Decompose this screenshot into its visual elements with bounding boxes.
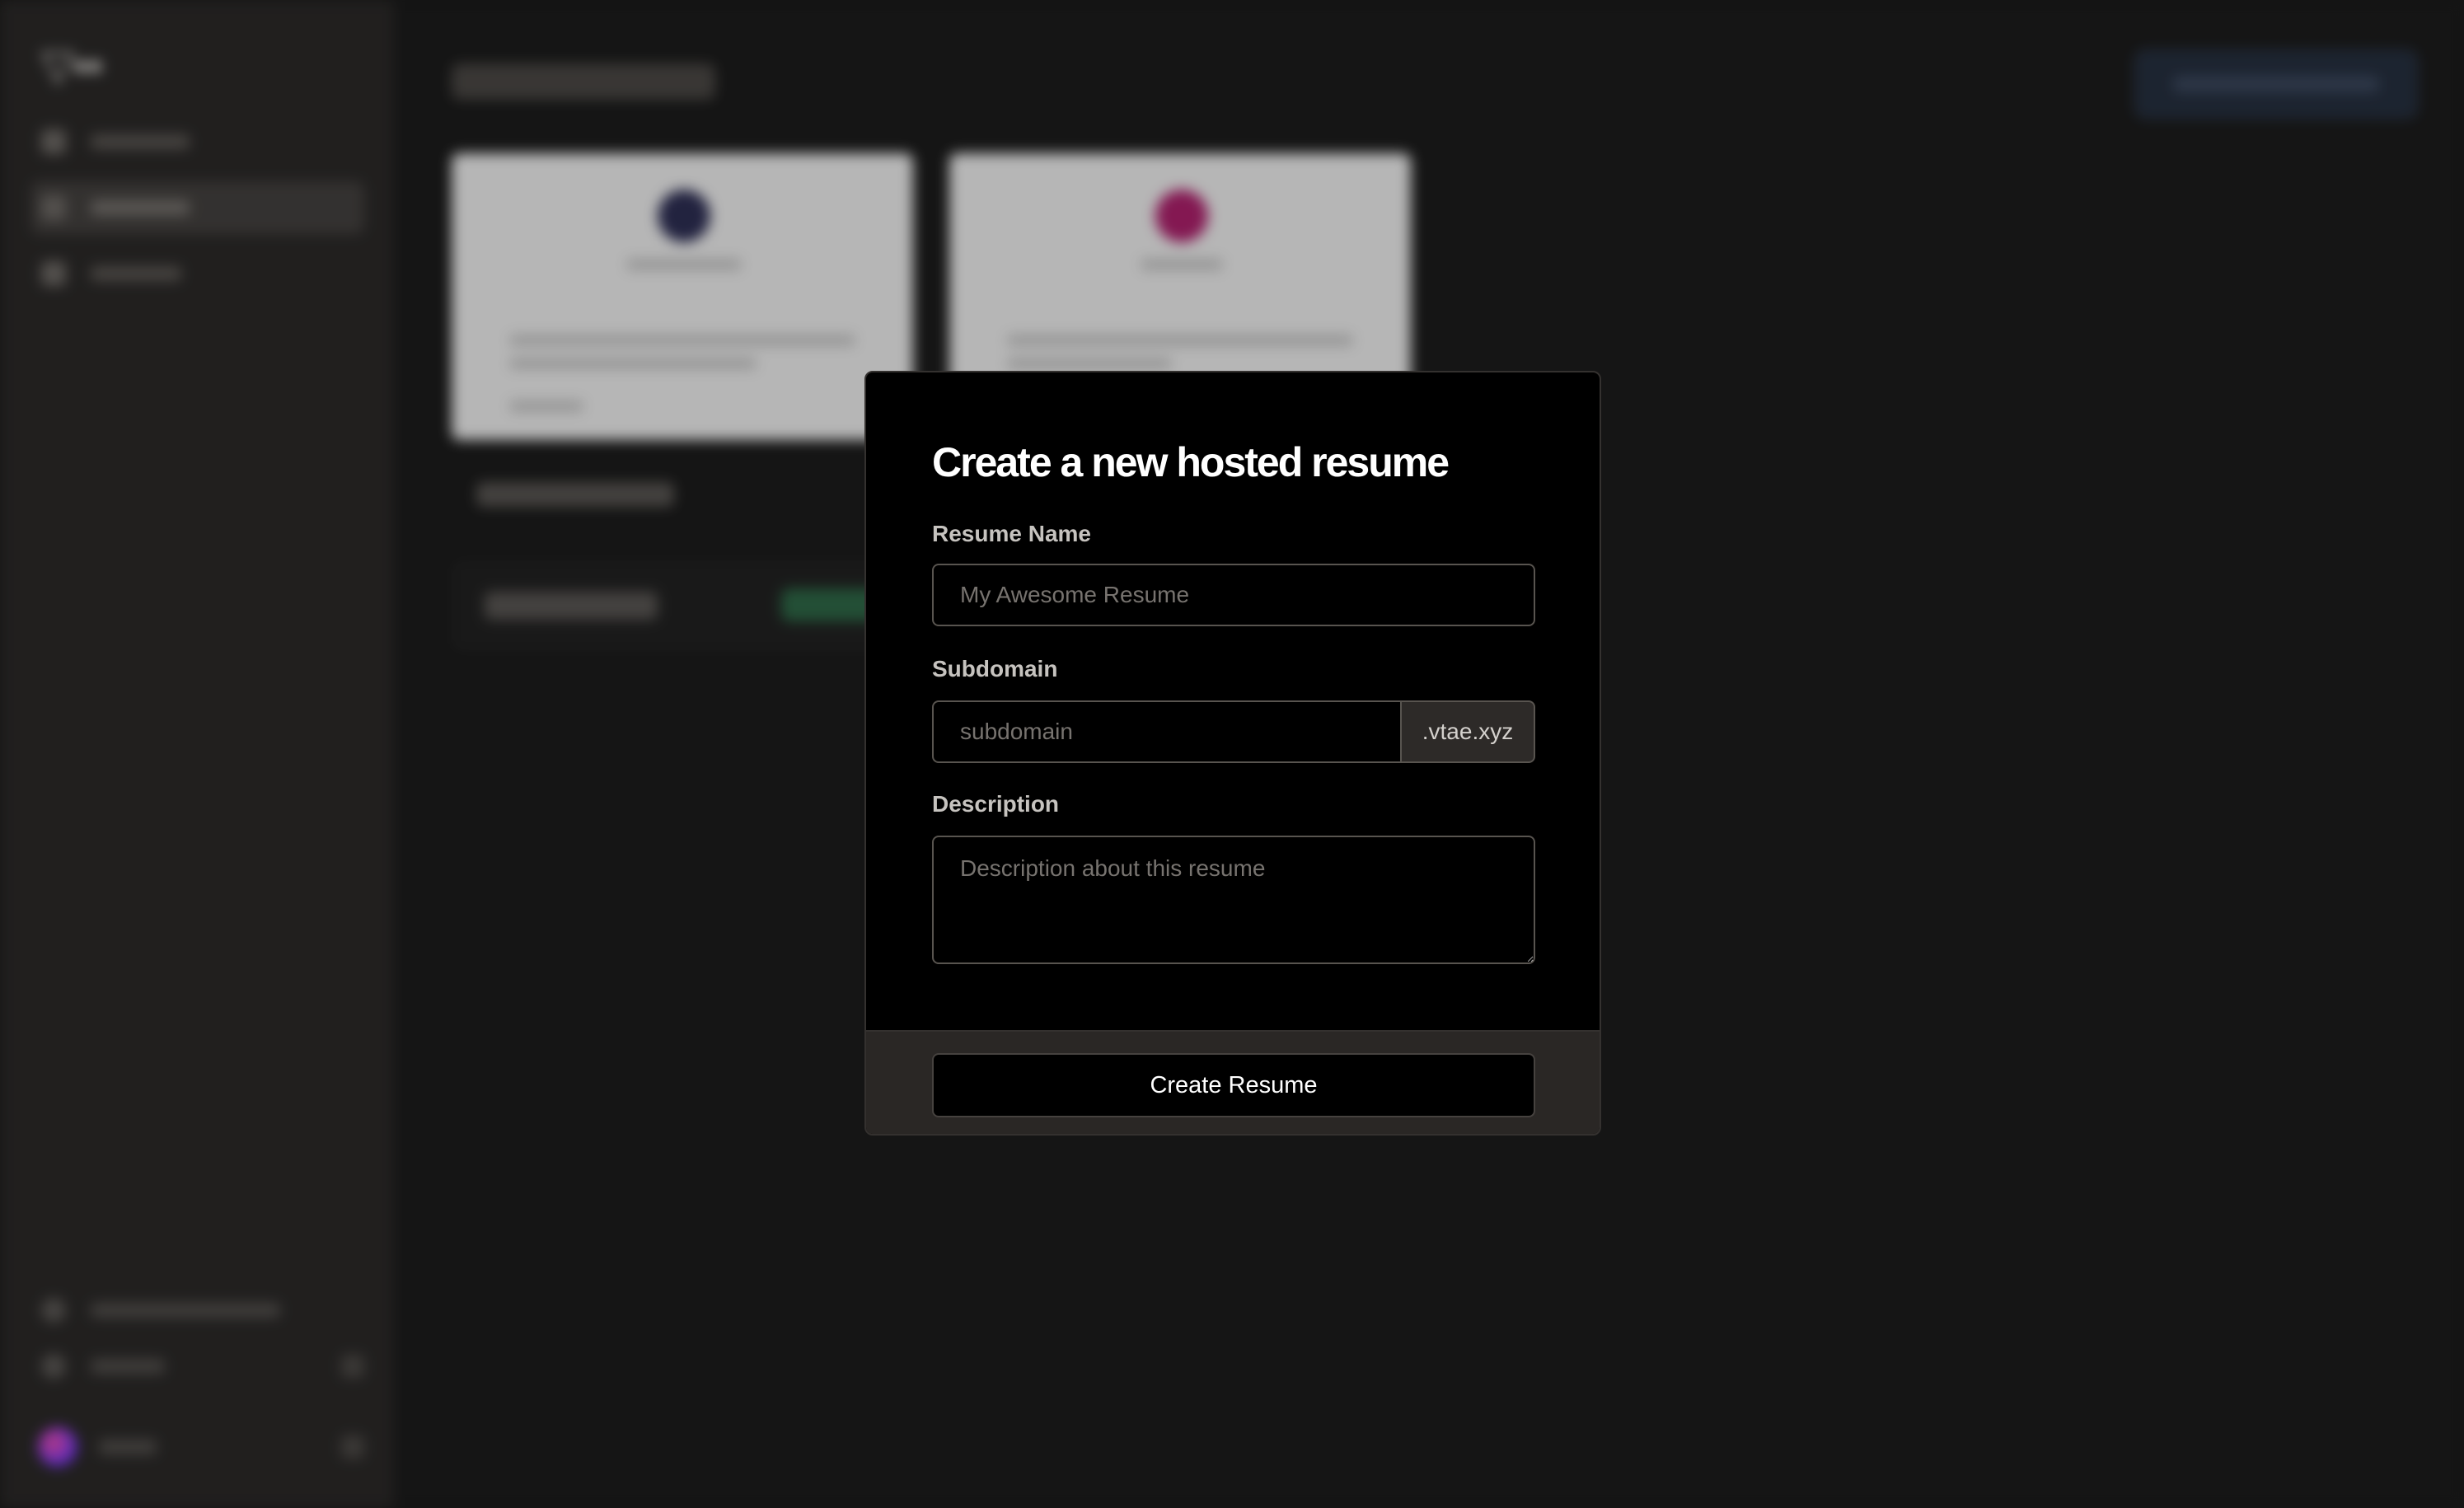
subdomain-label: Subdomain: [932, 656, 1058, 681]
create-resume-dialog: Create a new hosted resume Resume Name S…: [864, 371, 1601, 1136]
domain-suffix: .vtae.xyz: [1400, 700, 1535, 763]
resume-name-input[interactable]: [932, 564, 1535, 626]
dialog-title: Create a new hosted resume: [932, 439, 1450, 485]
create-resume-button[interactable]: Create Resume: [932, 1053, 1535, 1117]
description-label: Description: [932, 791, 1060, 817]
description-textarea[interactable]: [932, 836, 1535, 964]
subdomain-input-group: .vtae.xyz: [932, 700, 1535, 763]
resume-name-label: Resume Name: [932, 521, 1091, 546]
subdomain-input[interactable]: [932, 700, 1400, 763]
dialog-footer: Create Resume: [866, 1030, 1600, 1134]
